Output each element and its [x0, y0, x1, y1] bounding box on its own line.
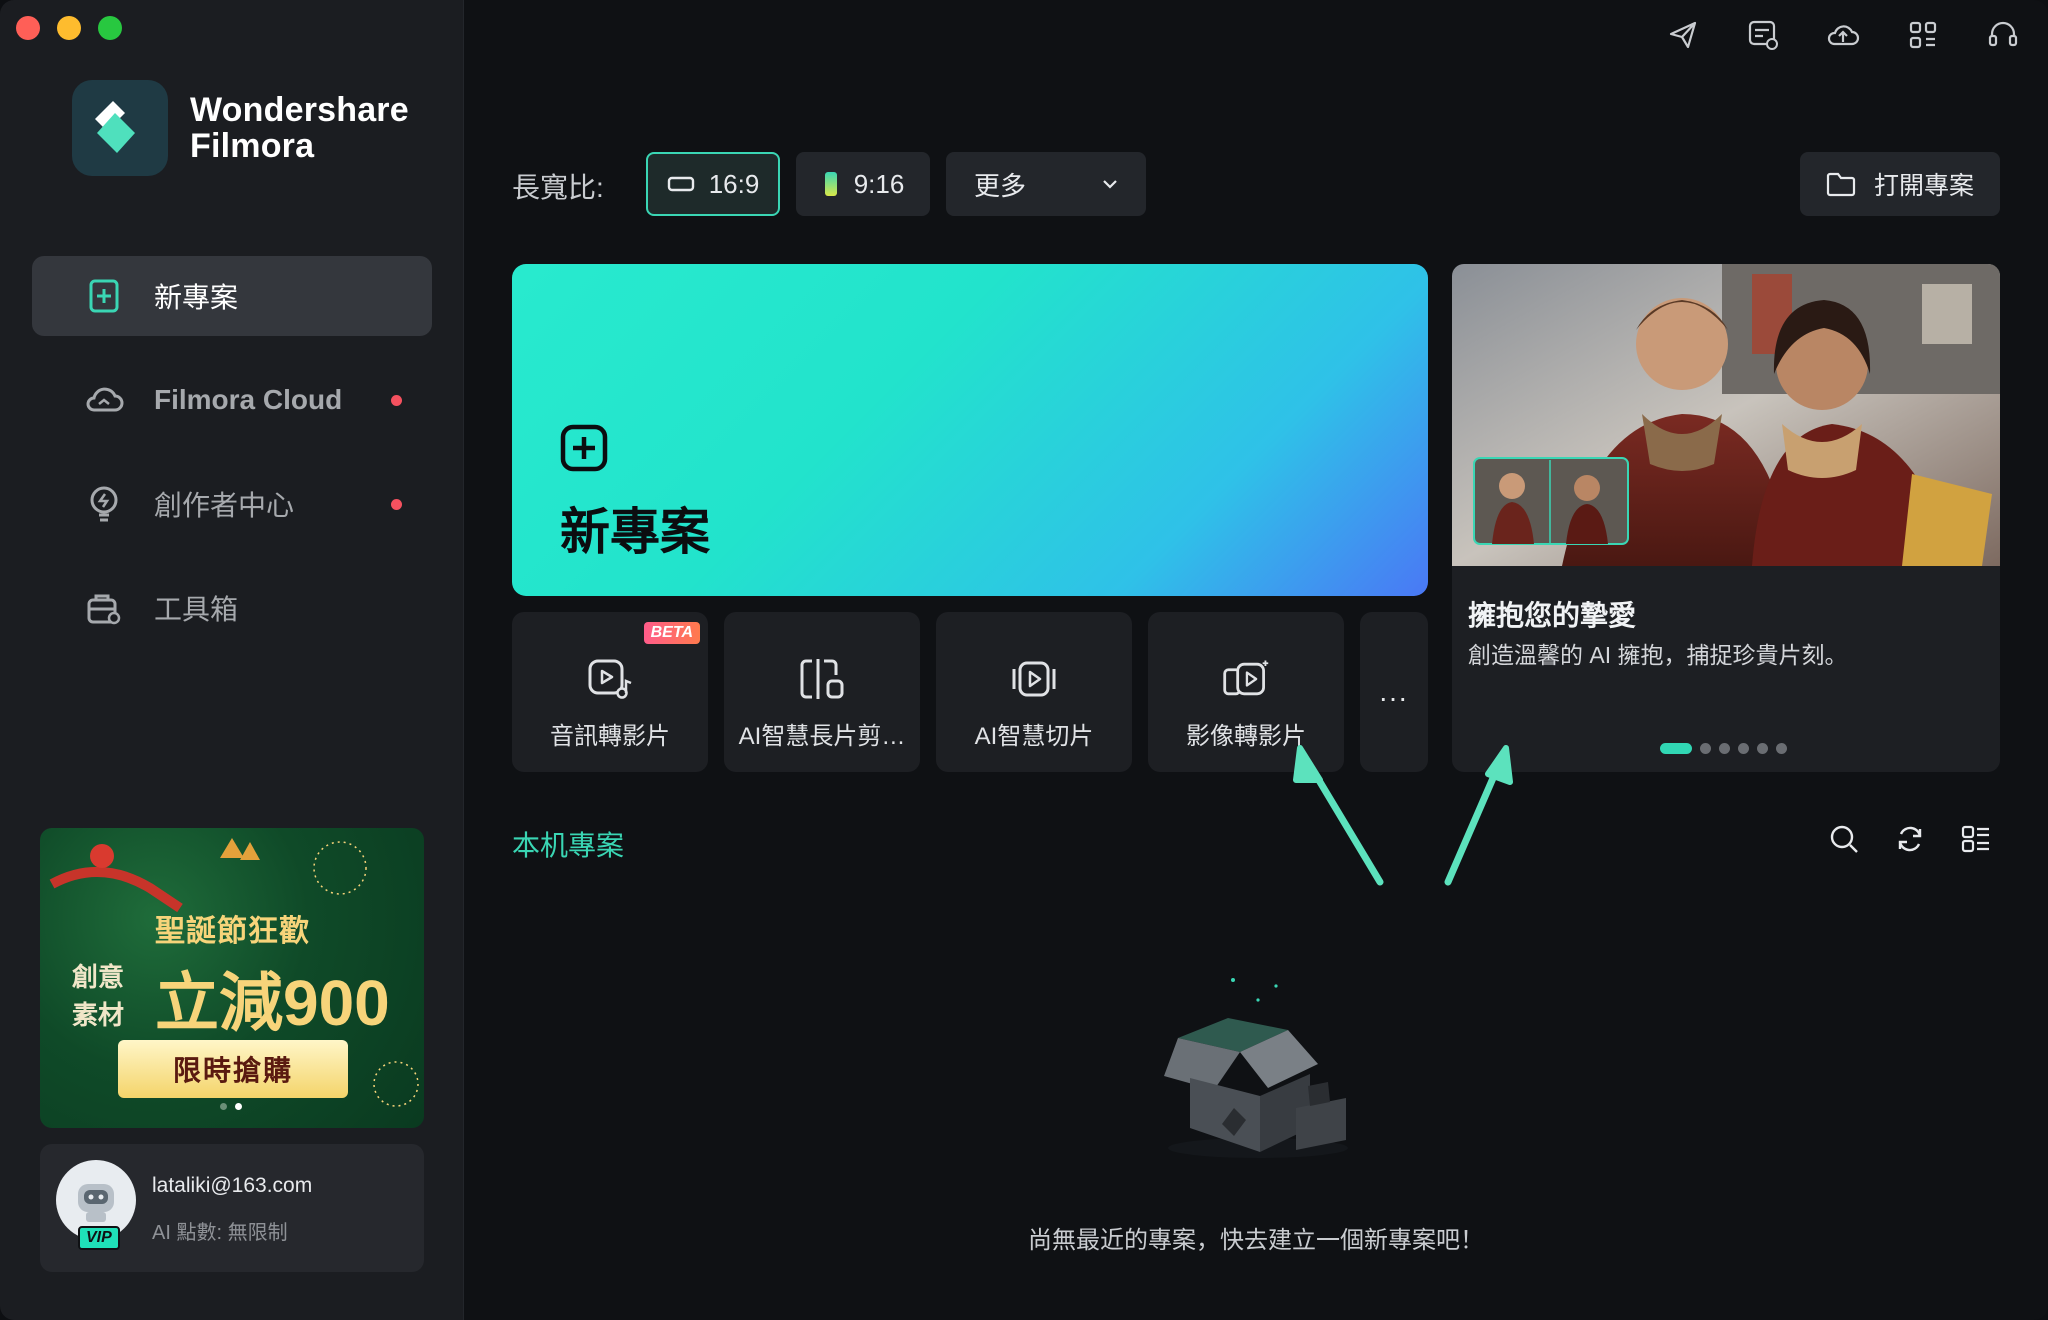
feedback-icon[interactable]: [1746, 18, 1780, 52]
promo-side-text: 創意素材: [72, 962, 125, 1030]
chevron-down-icon: [1103, 180, 1117, 189]
user-panel[interactable]: VIP lataliki@163.com AI 點數: 無限制: [40, 1144, 424, 1272]
ai-points: AI 點數: 無限制: [152, 1222, 288, 1244]
tool-label: 音訊轉影片: [550, 723, 670, 750]
promo-title: 聖誕節狂歡: [155, 915, 310, 948]
tool-audio-to-video[interactable]: BETA 音訊轉影片: [512, 612, 708, 772]
brand-line2: Filmora: [190, 127, 315, 165]
tool-label: AI智慧切片: [974, 723, 1094, 750]
sidebar: Wondershare Filmora 新專案 Filmora Cloud 創作…: [0, 0, 464, 1320]
notification-dot: [391, 394, 402, 406]
aspect-ratio-label: 長寬比:: [512, 172, 604, 203]
sidebar-item-new-project[interactable]: 新專案: [32, 256, 432, 336]
top-toolbar: [1666, 18, 2020, 52]
brand-name: Wondershare Filmora: [190, 92, 409, 164]
notification-dot: [391, 498, 402, 510]
cloud-icon: [84, 380, 124, 420]
beta-badge: BETA: [643, 622, 700, 644]
lightbulb-icon: [84, 484, 124, 524]
promo-pager: [220, 1103, 242, 1110]
sidebar-nav: 新專案 Filmora Cloud 創作者中心 工具箱: [32, 256, 432, 672]
open-project-button[interactable]: 打開專案: [1800, 152, 2000, 216]
carousel-pager: [1660, 743, 1787, 754]
landscape-icon: [667, 176, 694, 192]
sidebar-item-toolbox[interactable]: 工具箱: [32, 568, 432, 648]
empty-state-message: 尚無最近的專案，快去建立一個新專案吧！: [1028, 1227, 1484, 1254]
close-window-button[interactable]: [16, 16, 40, 40]
brand-line1: Wondershare: [190, 91, 409, 129]
tool-ai-smart-slice[interactable]: AI智慧切片: [936, 612, 1132, 772]
sidebar-item-label: 工具箱: [154, 594, 239, 625]
image-to-video-icon: [1221, 654, 1271, 704]
promo-discount: 立減900: [155, 967, 390, 1039]
headset-support-icon[interactable]: [1986, 18, 2020, 52]
feature-carousel[interactable]: 擁抱您的摯愛 創造溫馨的 AI 擁抱，捕捉珍貴片刻。: [1452, 264, 2000, 772]
carousel-dot[interactable]: [1757, 743, 1768, 754]
carousel-title: 擁抱您的摯愛: [1468, 600, 1637, 631]
list-view-icon[interactable]: [1960, 823, 1992, 855]
aspect-16-9-button[interactable]: 16:9: [646, 152, 780, 216]
carousel-dot[interactable]: [1776, 743, 1787, 754]
user-email: lataliki@163.com: [152, 1174, 313, 1197]
promo-dot-active[interactable]: [235, 1103, 242, 1110]
aspect-9-16-label: 9:16: [853, 168, 905, 199]
new-project-card[interactable]: 新專案: [512, 264, 1428, 596]
vip-badge: VIP: [78, 1226, 120, 1250]
aspect-more-dropdown[interactable]: 更多: [946, 152, 1146, 216]
tool-label: AI智慧長片剪…: [738, 723, 906, 750]
carousel-dot[interactable]: [1738, 743, 1749, 754]
sidebar-item-label: 創作者中心: [154, 490, 295, 521]
sidebar-item-creator-center[interactable]: 創作者中心: [32, 464, 432, 544]
tool-ai-long-video-cut[interactable]: AI智慧長片剪…: [724, 612, 920, 772]
audio-to-video-icon: [585, 654, 635, 704]
aspect-more-label: 更多: [973, 170, 1026, 201]
carousel-dot-active[interactable]: [1660, 743, 1692, 754]
filmora-logo-icon: [72, 80, 168, 176]
local-projects-toolbar: [1828, 823, 1992, 855]
carousel-dot[interactable]: [1719, 743, 1730, 754]
carousel-subtitle: 創造溫馨的 AI 擁抱，捕捉珍貴片刻。: [1468, 642, 1848, 668]
carousel-dot[interactable]: [1700, 743, 1711, 754]
carousel-image: [1452, 264, 2000, 566]
tool-image-to-video[interactable]: 影像轉影片: [1148, 612, 1344, 772]
apps-grid-icon[interactable]: [1906, 18, 1940, 52]
minimize-window-button[interactable]: [57, 16, 81, 40]
folder-icon: [1826, 172, 1856, 197]
promo-buy-button[interactable]: 限時搶購: [118, 1040, 348, 1098]
new-project-card-label: 新專案: [560, 504, 710, 560]
app-window: Wondershare Filmora 新專案 Filmora Cloud 創作…: [0, 0, 2048, 1320]
christmas-promo-banner[interactable]: 聖誕節狂歡 創意素材 立減900 限時搶購: [40, 828, 424, 1128]
sidebar-item-label: 新專案: [154, 282, 239, 313]
sidebar-item-label: Filmora Cloud: [154, 384, 343, 415]
cloud-upload-icon[interactable]: [1826, 18, 1860, 52]
promo-dot[interactable]: [220, 1103, 227, 1110]
send-icon[interactable]: [1666, 18, 1700, 52]
toolbox-icon: [84, 588, 124, 628]
empty-box-icon: [1148, 968, 1368, 1173]
search-icon[interactable]: [1828, 823, 1860, 855]
tool-label: 影像轉影片: [1186, 723, 1306, 750]
open-project-label: 打開專案: [1873, 172, 1974, 200]
portrait-icon: [824, 172, 837, 196]
aspect-9-16-button[interactable]: 9:16: [796, 152, 930, 216]
plus-square-icon: [560, 424, 608, 477]
new-project-icon: [84, 276, 124, 316]
ai-smart-slice-icon: [1009, 654, 1059, 704]
brand: Wondershare Filmora: [72, 80, 409, 176]
refresh-icon[interactable]: [1894, 823, 1926, 855]
local-projects-title: 本机專案: [512, 830, 625, 861]
sidebar-item-filmora-cloud[interactable]: Filmora Cloud: [32, 360, 432, 440]
aspect-16-9-label: 16:9: [708, 168, 760, 199]
window-controls: [16, 16, 122, 40]
ai-long-video-cut-icon: [797, 654, 847, 704]
zoom-window-button[interactable]: [98, 16, 122, 40]
more-tools-button[interactable]: ...: [1360, 612, 1428, 772]
